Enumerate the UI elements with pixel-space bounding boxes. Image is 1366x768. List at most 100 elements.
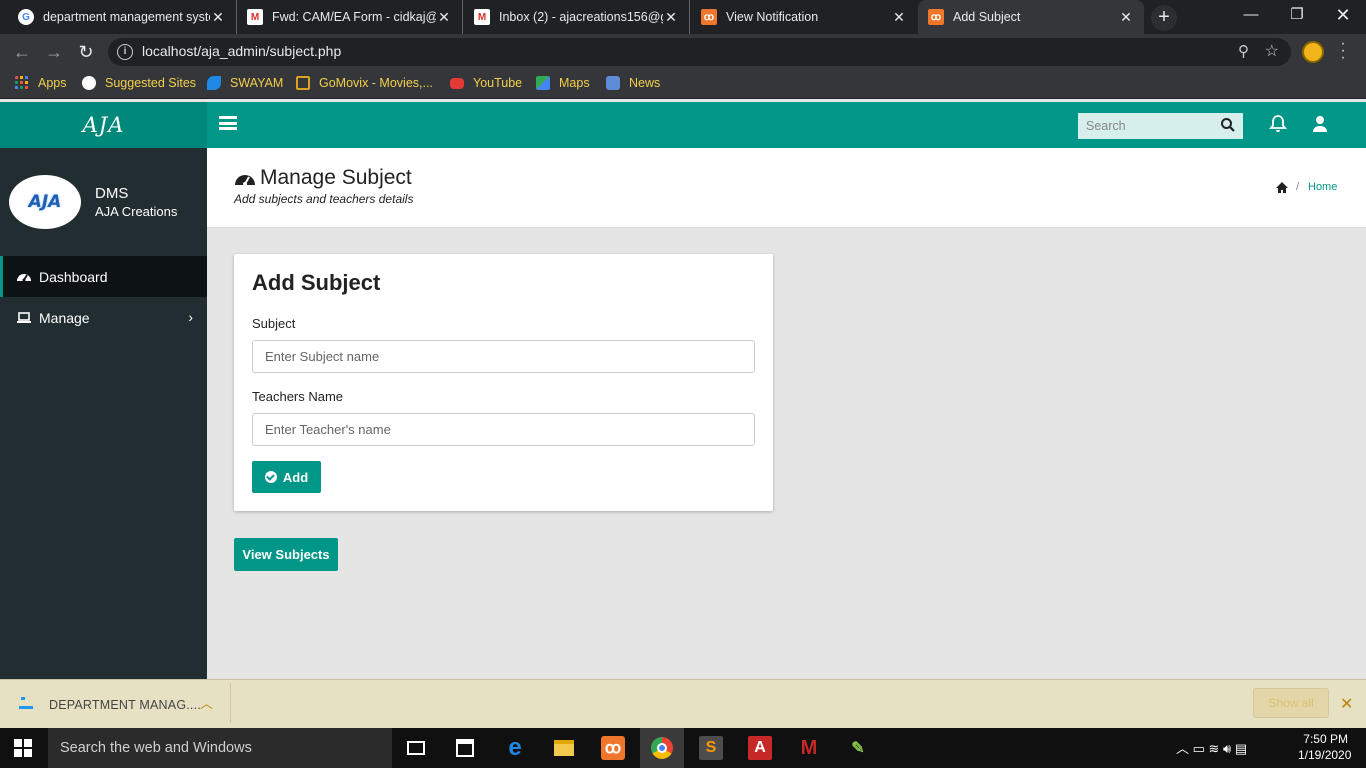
sidebar-item-label: Dashboard (39, 268, 108, 285)
browser-tab[interactable]: M Fwd: CAM/EA Form - cidkaj@g ✕ (237, 0, 463, 34)
bookmark-maps[interactable]: Maps (536, 76, 590, 90)
sidebar-item-manage[interactable]: Manage › (0, 297, 207, 338)
clock[interactable]: 7:50 PM 1/19/2020 (1298, 731, 1352, 763)
bookmark-label: GoMovix - Movies,... (319, 76, 433, 90)
hamburger-menu-icon[interactable] (219, 116, 237, 130)
card-title: Add Subject (252, 270, 381, 295)
avatar: AJA (9, 175, 81, 229)
swayam-icon (207, 76, 221, 90)
subject-input[interactable] (252, 340, 755, 373)
chrome-icon[interactable] (650, 736, 674, 760)
download-item-name[interactable]: DEPARTMENT MANAG.... (49, 698, 201, 712)
tab-title: View Notification (726, 10, 819, 24)
divider (230, 683, 231, 723)
news-icon (606, 76, 620, 90)
browser-tab[interactable]: ꝏ View Notification ✕ (691, 0, 917, 34)
close-window-button[interactable]: ✕ (1320, 0, 1366, 32)
edge-icon[interactable]: e (503, 734, 527, 761)
bell-icon[interactable] (1268, 114, 1288, 134)
bookmark-label: Maps (559, 76, 590, 90)
sidebar-item-dashboard[interactable]: Dashboard (0, 256, 207, 297)
page-subtitle: Add subjects and teachers details (234, 192, 414, 206)
store-icon[interactable] (453, 736, 477, 760)
minimize-window-button[interactable]: — (1228, 0, 1274, 32)
suggested-sites-icon (82, 76, 96, 90)
tab-title: Inbox (2) - ajacreations156@gr (499, 10, 663, 24)
chevron-right-icon: › (188, 309, 193, 325)
user-name: DMS (95, 185, 129, 202)
home-icon[interactable] (1275, 181, 1289, 194)
bookmark-swayam[interactable]: SWAYAM (207, 76, 283, 90)
file-explorer-icon[interactable] (552, 736, 576, 760)
bookmark-news[interactable]: News (606, 76, 660, 90)
bookmark-star-icon[interactable]: ☆ (1265, 41, 1279, 61)
windows-start-icon[interactable] (14, 739, 32, 757)
bookmark-apps[interactable]: Apps (15, 76, 67, 90)
file-download-icon (19, 697, 33, 709)
bookmark-youtube[interactable]: YouTube (450, 76, 522, 90)
apps-grid-icon (15, 76, 28, 89)
address-bar[interactable]: i localhost/aja_admin/subject.php ⚲ ☆ (108, 38, 1291, 66)
check-circle-icon (264, 471, 277, 483)
close-tab-icon[interactable]: ✕ (1118, 9, 1134, 26)
sublime-text-icon[interactable]: S (699, 736, 723, 760)
close-tab-icon[interactable]: ✕ (663, 9, 679, 26)
url-text[interactable]: localhost/aja_admin/subject.php (142, 43, 341, 59)
dashboard-icon (17, 273, 31, 281)
xampp-icon[interactable]: ꝏ (601, 736, 625, 760)
tab-title: Fwd: CAM/EA Form - cidkaj@g (272, 10, 436, 24)
user-organization: AJA Creations (95, 204, 178, 219)
info-icon[interactable]: i (117, 44, 133, 60)
close-icon[interactable]: ✕ (1340, 694, 1353, 714)
tab-title: department management syste (43, 10, 210, 24)
bookmark-label: Suggested Sites (105, 76, 197, 90)
tab-title: Add Subject (953, 10, 1021, 24)
taskbar-search-input[interactable]: Search the web and Windows (48, 728, 392, 768)
laptop-icon (17, 311, 31, 323)
bookmark-suggested-sites[interactable]: Suggested Sites (82, 76, 196, 90)
film-icon (296, 76, 310, 90)
clock-date: 1/19/2020 (1298, 748, 1352, 762)
app-logo[interactable]: AJA (0, 102, 207, 148)
breadcrumb-home-link[interactable]: Home (1308, 181, 1337, 193)
maps-icon (536, 76, 550, 90)
xampp-icon: ꝏ (701, 9, 717, 25)
close-tab-icon[interactable]: ✕ (210, 9, 226, 26)
add-button[interactable]: Add (252, 461, 321, 493)
close-tab-icon[interactable]: ✕ (436, 9, 452, 26)
sidebar-item-label: Manage (39, 309, 90, 326)
bookmark-label: News (629, 76, 661, 90)
avatar-logo-text: AJA (28, 192, 62, 212)
system-tray[interactable]: ︿ ▭ ≋ 🔊︎ ▤ (1176, 738, 1247, 757)
browser-tab-active[interactable]: ꝏ Add Subject ✕ (918, 0, 1144, 34)
youtube-icon (450, 77, 464, 89)
chevron-up-icon[interactable]: ︿ (200, 693, 213, 712)
search-input[interactable] (1078, 113, 1243, 139)
bookmark-label: Apps (38, 76, 67, 90)
bookmark-gomovix[interactable]: GoMovix - Movies,... (296, 76, 433, 90)
task-view-icon[interactable] (404, 736, 428, 760)
search-icon[interactable] (1220, 117, 1236, 133)
close-tab-icon[interactable]: ✕ (891, 9, 907, 26)
paint-icon[interactable]: ✎ (846, 736, 870, 760)
browser-menu-icon[interactable]: · · · (1336, 36, 1350, 66)
teacher-name-input[interactable] (252, 413, 755, 446)
reload-icon[interactable]: ↻ (76, 42, 96, 62)
mcafee-icon[interactable]: M (797, 736, 821, 760)
pdf-reader-icon[interactable]: A (748, 736, 772, 760)
bookmark-label: SWAYAM (230, 76, 284, 90)
profile-avatar[interactable] (1302, 41, 1324, 63)
view-subjects-button[interactable]: View Subjects (234, 538, 338, 571)
zoom-icon[interactable]: ⚲ (1238, 42, 1249, 60)
forward-arrow-icon[interactable]: → (44, 42, 64, 62)
teacher-label: Teachers Name (252, 389, 344, 404)
add-button-label: Add (282, 469, 309, 485)
back-arrow-icon[interactable]: ← (12, 42, 32, 62)
browser-tab[interactable]: M Inbox (2) - ajacreations156@gr ✕ (464, 0, 690, 34)
user-icon[interactable] (1311, 115, 1329, 133)
xampp-icon: ꝏ (928, 9, 944, 25)
new-tab-button[interactable]: + (1151, 5, 1177, 31)
restore-window-button[interactable]: ❐ (1274, 0, 1320, 32)
browser-tab[interactable]: G department management syste ✕ (8, 0, 237, 34)
show-all-button[interactable]: Show all (1253, 688, 1329, 718)
